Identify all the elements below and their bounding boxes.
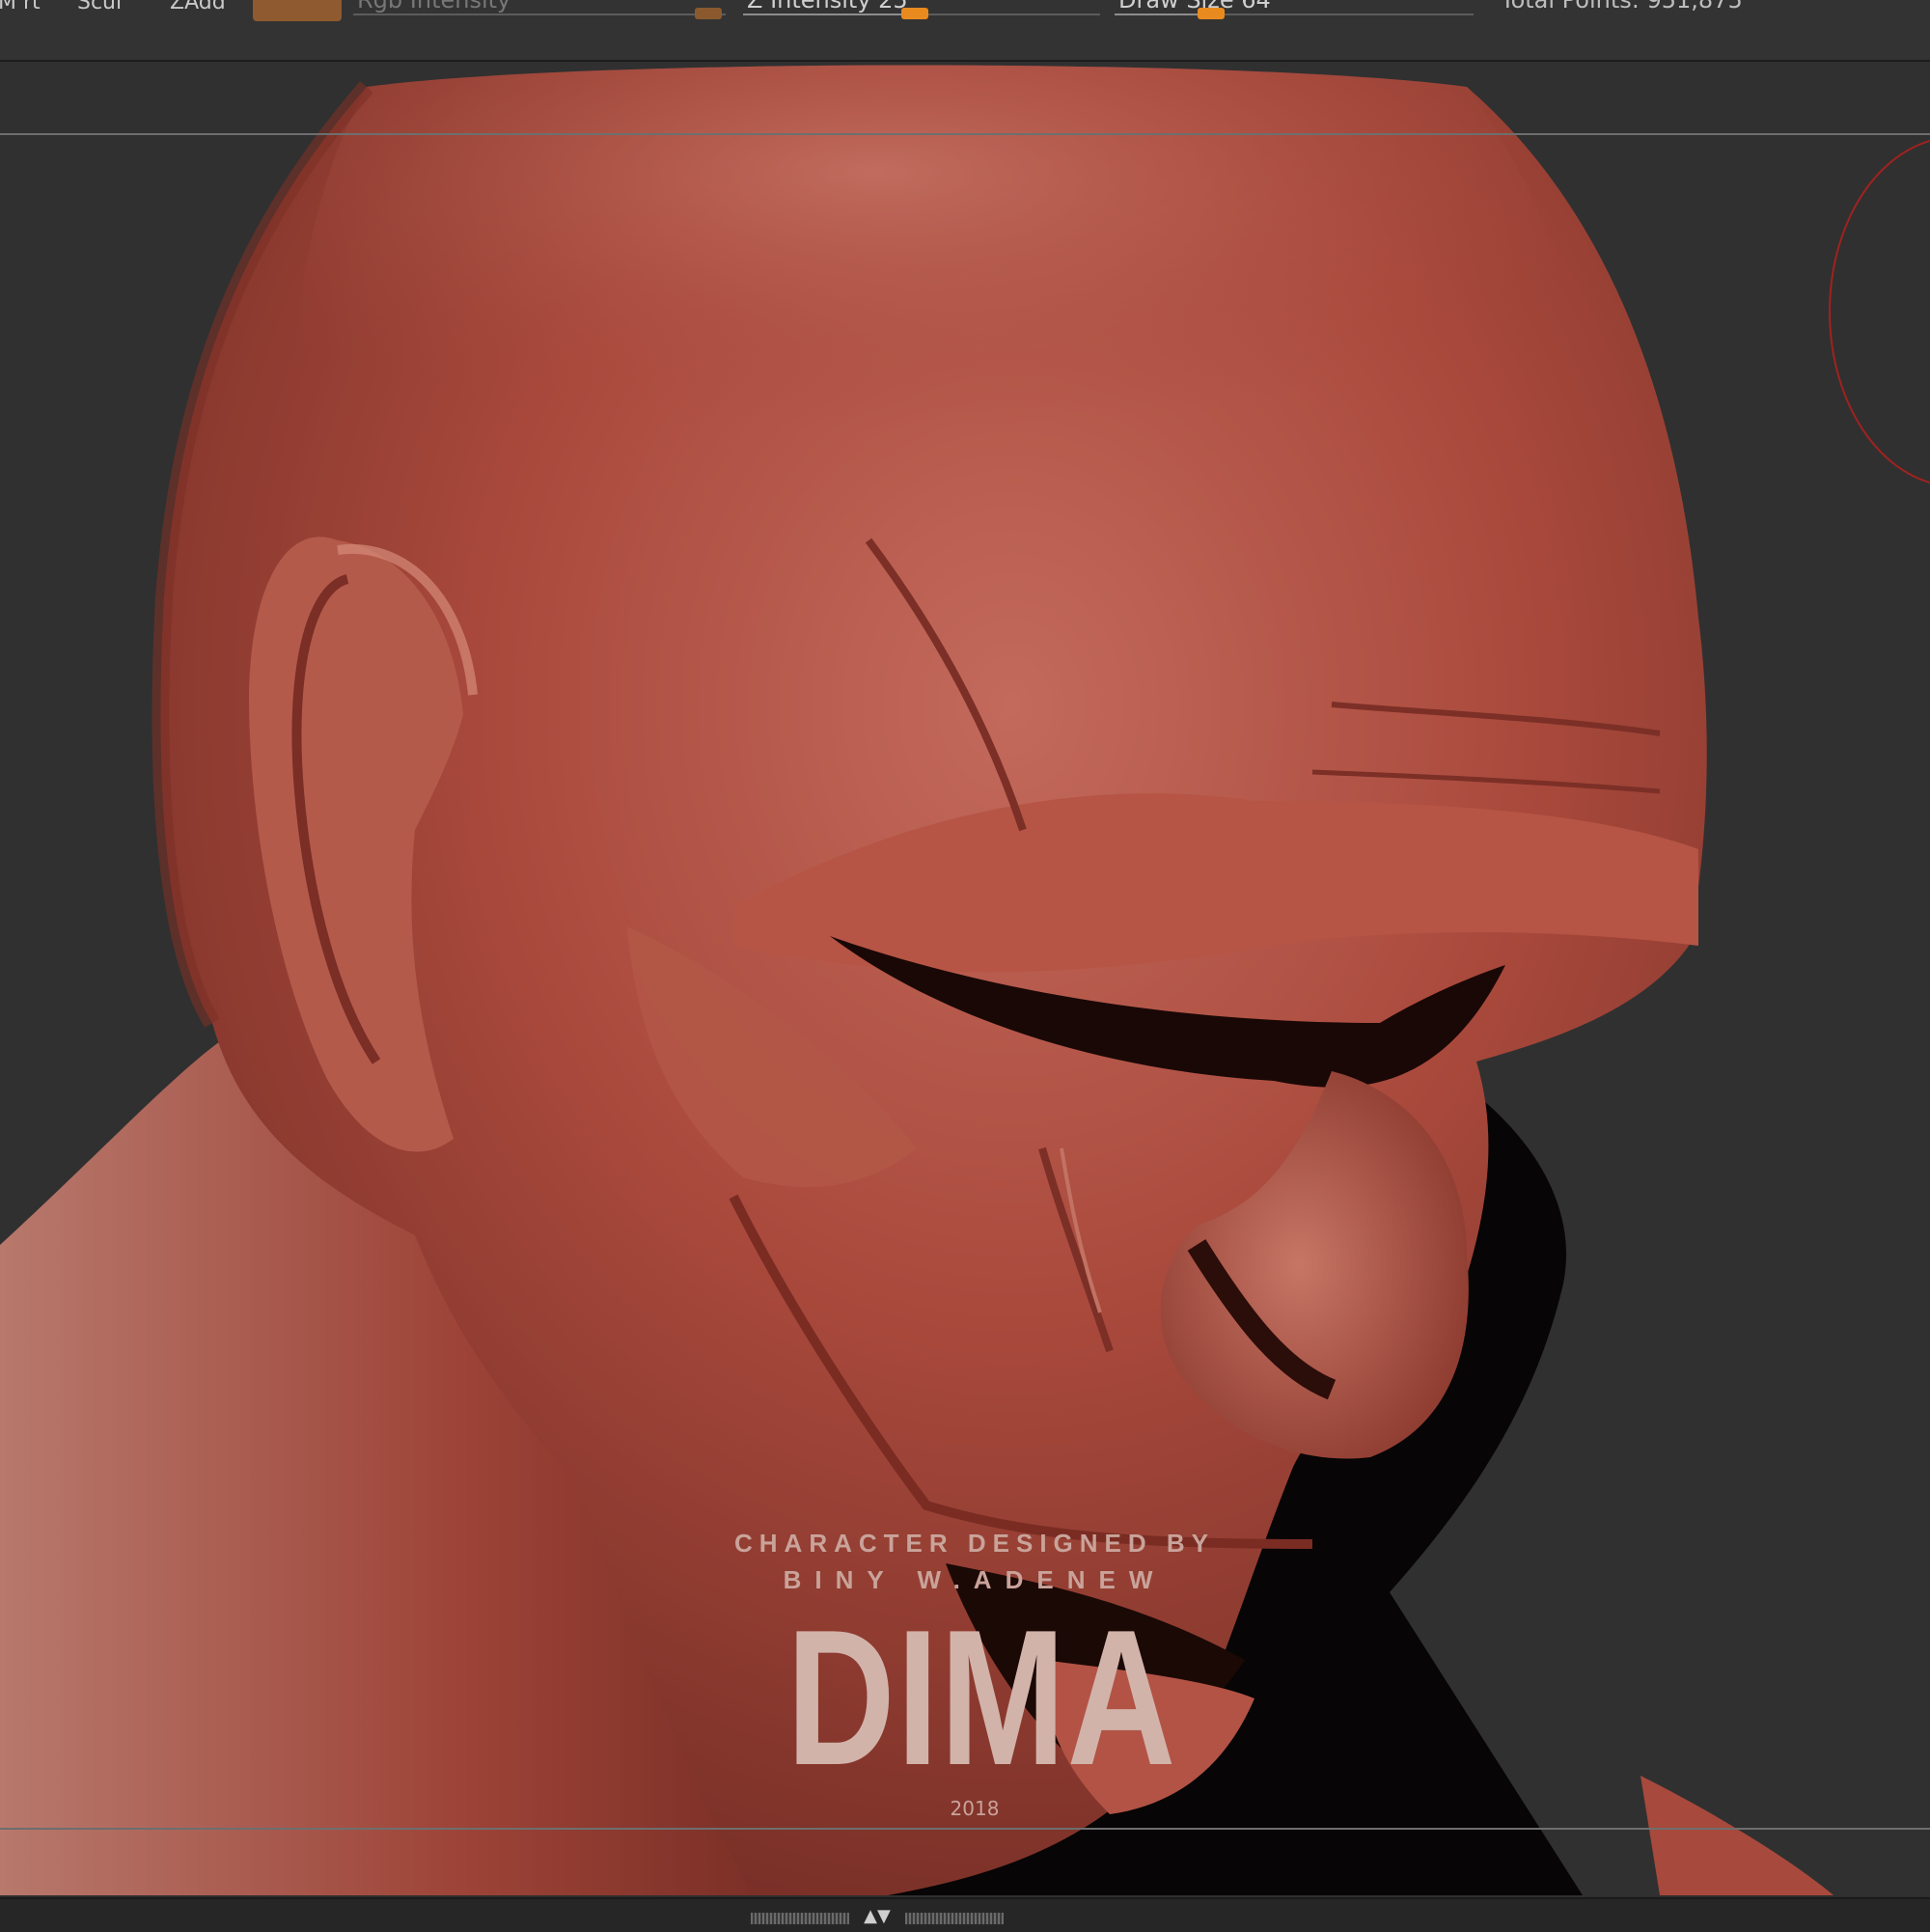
left-shelf-grip[interactable] xyxy=(751,1913,849,1924)
material-color-swatch[interactable] xyxy=(253,0,342,21)
mrt-button[interactable]: M rt xyxy=(0,0,41,14)
up-down-arrows-icon[interactable]: ▲▼ xyxy=(853,1905,901,1928)
sculpt-viewport[interactable]: CHARACTER DESIGNED BY BINY W.ADENEW DIMA… xyxy=(0,62,1930,1895)
viewport-guide-bottom xyxy=(0,1828,1930,1830)
z-intensity-label: Z Intensity 25 xyxy=(747,0,908,14)
z-intensity-slider[interactable]: Z Intensity 25 xyxy=(743,0,1100,23)
draw-size-slider[interactable]: Draw Size 64 xyxy=(1115,0,1474,23)
rgb-intensity-label: Rgb Intensity xyxy=(357,0,511,14)
credit-designed-by: CHARACTER DESIGNED BY xyxy=(733,1529,1216,1558)
sculptris-button[interactable]: Scul xyxy=(77,0,122,14)
draw-size-thumb[interactable] xyxy=(1198,8,1225,19)
rgb-intensity-track xyxy=(353,14,726,15)
total-points-readout: Total Points: 951,875 xyxy=(1501,0,1743,14)
top-toolbar: M rt Scul ZAdd Rgb Intensity Z Intensity… xyxy=(0,0,1930,62)
draw-size-fill xyxy=(1115,14,1211,15)
right-shelf-grip[interactable] xyxy=(905,1913,1004,1924)
bottom-shelf-bar: ▲▼ xyxy=(0,1897,1930,1932)
rgb-intensity-slider[interactable]: Rgb Intensity xyxy=(353,0,726,23)
z-intensity-fill xyxy=(743,14,915,15)
credit-character-title: DIMA xyxy=(786,1590,1177,1806)
z-intensity-thumb[interactable] xyxy=(901,8,928,19)
credit-year: 2018 xyxy=(950,1797,1000,1820)
viewport-guide-top xyxy=(0,133,1930,135)
draw-size-label: Draw Size 64 xyxy=(1118,0,1271,14)
rgb-intensity-thumb[interactable] xyxy=(695,8,722,19)
zadd-button[interactable]: ZAdd xyxy=(170,0,226,14)
